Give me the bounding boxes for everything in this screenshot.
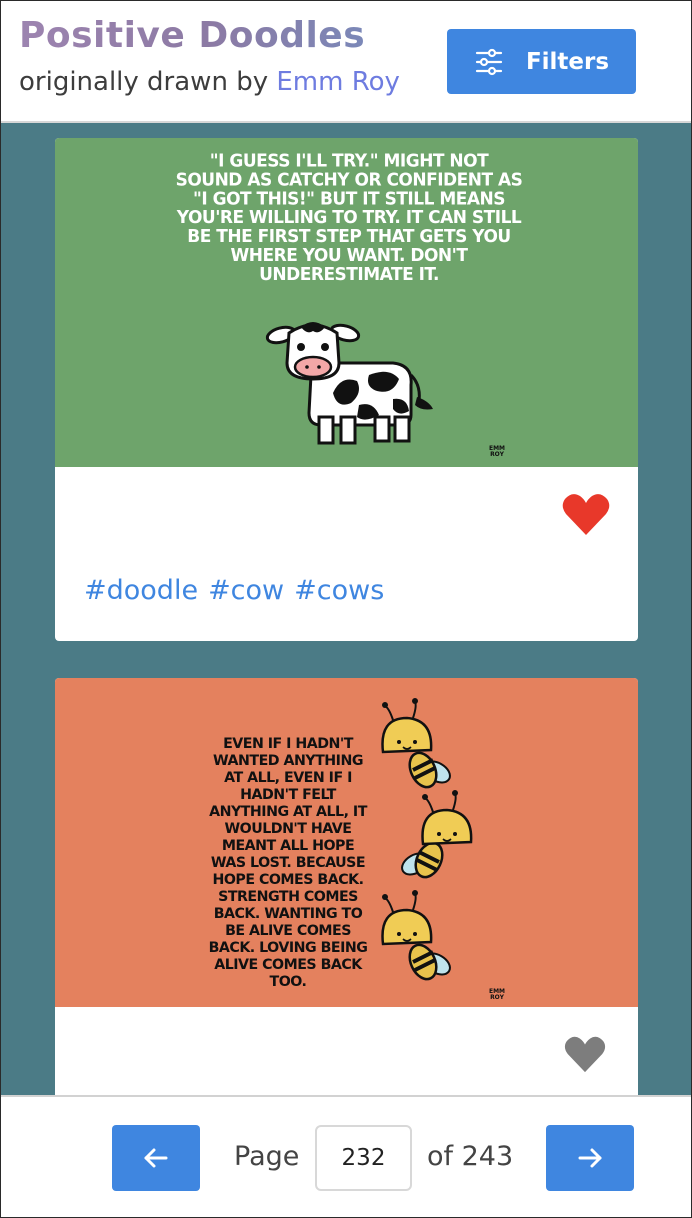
filters-button[interactable]: Filters bbox=[447, 29, 636, 94]
tag-list: #doodle #cow #cows bbox=[84, 575, 394, 606]
tag-link[interactable]: #cows bbox=[294, 575, 384, 606]
tag-link[interactable]: #doodle bbox=[84, 575, 198, 606]
sliders-icon bbox=[475, 48, 503, 75]
bee bbox=[381, 890, 451, 981]
bees-illustration bbox=[381, 698, 473, 981]
next-page-button[interactable] bbox=[546, 1125, 634, 1191]
total-pages-label: of 243 bbox=[427, 1141, 514, 1172]
author-link[interactable]: Emm Roy bbox=[276, 67, 400, 97]
tag-link[interactable]: #cow bbox=[208, 575, 284, 606]
app-frame: Positive Doodles originally drawn by Emm… bbox=[0, 0, 692, 1218]
arrow-right-icon bbox=[578, 1148, 602, 1168]
page-label: Page bbox=[234, 1141, 300, 1172]
cow-illustration bbox=[265, 322, 433, 445]
doodle-image: Even if I hadn't wanted anything at all,… bbox=[55, 678, 638, 1007]
bee bbox=[401, 790, 473, 879]
header: Positive Doodles originally drawn by Emm… bbox=[1, 1, 691, 123]
arrow-left-icon bbox=[144, 1148, 168, 1168]
page-title: Positive Doodles bbox=[19, 15, 366, 56]
doodle-image: "I guess I'll try." Might not sound as c… bbox=[55, 138, 638, 467]
doodle-card: Even if I hadn't wanted anything at all,… bbox=[55, 678, 638, 1108]
pagination-bar: Page of 243 bbox=[1, 1095, 691, 1217]
filters-label: Filters bbox=[525, 48, 610, 75]
bee bbox=[381, 698, 451, 789]
subtitle: originally drawn by Emm Roy bbox=[19, 67, 400, 97]
heart-icon[interactable] bbox=[562, 492, 610, 536]
previous-page-button[interactable] bbox=[112, 1125, 200, 1191]
doodle-signature: EMM ROY bbox=[488, 988, 506, 1001]
page-number-input[interactable] bbox=[315, 1125, 412, 1191]
doodle-card: "I guess I'll try." Might not sound as c… bbox=[55, 138, 638, 641]
doodle-quote: "I guess I'll try." Might not sound as c… bbox=[175, 150, 523, 286]
doodle-signature: EMM ROY bbox=[488, 445, 506, 458]
heart-icon[interactable] bbox=[564, 1035, 606, 1073]
doodle-quote: Even if I hadn't wanted anything at all,… bbox=[208, 736, 368, 991]
subtitle-prefix: originally drawn by bbox=[19, 67, 277, 97]
